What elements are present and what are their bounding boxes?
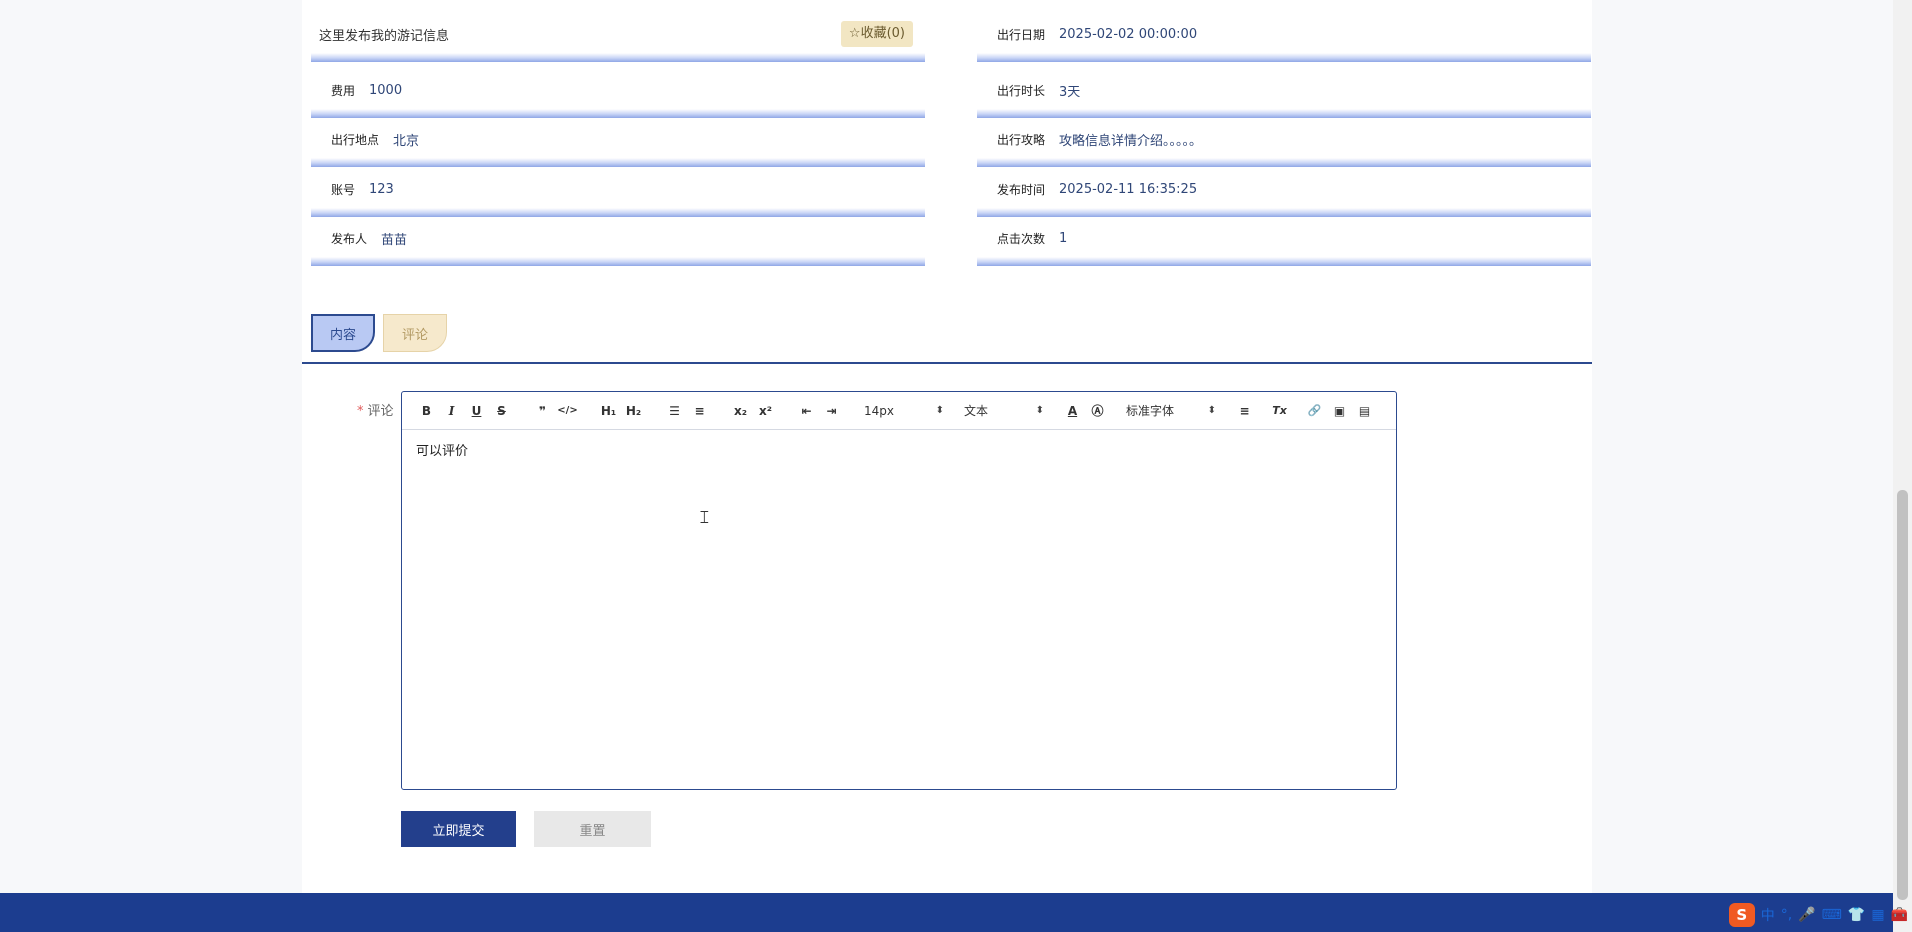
duration-label: 出行时长 [997,83,1046,98]
detail-row-publish-time: 发布时间 2025-02-11 16:35:25 [977,169,1591,217]
detail-row-location: 出行地点 北京 [311,119,925,167]
detail-row-clicks: 点击次数 1 [977,218,1591,266]
strike-button[interactable]: S [489,401,514,421]
detail-row-publisher: 发布人 苗苗 [311,218,925,266]
submit-button[interactable]: 立即提交 [401,811,516,847]
footer-bar [0,893,1912,932]
video-icon[interactable]: ▤ [1352,401,1377,421]
publisher-value: 苗苗 [381,232,408,248]
indent-icon[interactable]: ⇥ [819,401,844,421]
detail-row-travel-date: 出行日期 2025-02-02 00:00:00 [977,14,1591,62]
select-arrows-icon: ⬍ [935,405,944,416]
clicks-value: 1 [1059,230,1068,246]
code-block-icon[interactable]: </> [555,401,580,421]
ordered-list-icon[interactable]: ☰ [662,401,687,421]
tab-content[interactable]: 内容 [311,314,375,352]
shirt-icon[interactable]: 👕 [1848,907,1865,923]
grid-icon[interactable]: ▦ [1871,907,1884,923]
microphone-icon[interactable]: 🎤 [1798,907,1815,923]
h2-button[interactable]: H₂ [621,401,646,421]
underline-button[interactable]: U [464,401,489,421]
vertical-scrollbar[interactable] [1893,0,1912,932]
detail-page: 这里发布我的游记信息 ☆收藏(0) 费用 1000 出行地点 北京 账号 123… [302,0,1592,893]
bullet-list-icon[interactable]: ≡ [687,401,712,421]
detail-title-row: 这里发布我的游记信息 ☆收藏(0) [311,14,925,62]
image-icon[interactable]: ▣ [1327,401,1352,421]
required-mark: * [357,404,364,419]
favorite-button[interactable]: ☆收藏(0) [840,21,913,47]
punctuation-mode[interactable]: °, [1781,907,1792,923]
publish-time-label: 发布时间 [997,182,1046,197]
ime-logo-icon[interactable]: S [1728,903,1755,927]
publish-time-value: 2025-02-11 16:35:25 [1059,181,1198,197]
blockquote-icon[interactable]: ❞ [530,401,555,421]
header-select-value: 文本 [964,404,989,418]
font-size-select[interactable]: 14px ⬍ [860,401,948,421]
superscript-button[interactable]: x² [753,401,778,421]
keyboard-icon[interactable]: ⌨ [1822,907,1842,923]
clear-format-icon[interactable]: Tx [1267,401,1292,421]
account-value: 123 [369,181,394,197]
duration-value: 3天 [1059,84,1081,100]
comment-field-label: * 评论 [357,400,394,419]
link-icon[interactable]: 🔗 [1302,401,1327,421]
reset-button[interactable]: 重置 [534,811,651,847]
select-arrows-icon: ⬍ [1207,405,1216,416]
scrollbar-thumb[interactable] [1897,490,1908,900]
location-value: 北京 [393,133,420,149]
tabs-divider [302,362,1592,364]
travel-date-value: 2025-02-02 00:00:00 [1059,26,1198,42]
clicks-label: 点击次数 [997,231,1046,246]
font-family-select[interactable]: 标准字体 ⬍ [1122,401,1220,421]
tab-comments[interactable]: 评论 [383,314,447,352]
publisher-label: 发布人 [331,231,368,246]
toolbox-icon[interactable]: 🧰 [1891,907,1908,923]
align-icon[interactable]: ≡ [1232,401,1257,421]
bold-button[interactable]: B [414,401,439,421]
content-tabs: 内容 评论 [311,314,447,354]
text-color-icon[interactable]: A [1060,401,1085,421]
font-family-value: 标准字体 [1126,404,1175,418]
rich-text-editor: B I U S ❞ </> H₁ H₂ ☰ ≡ x₂ x² ⇤ ⇥ 14px ⬍ [401,391,1397,790]
outdent-icon[interactable]: ⇤ [794,401,819,421]
editor-text: 可以评价 [416,444,469,459]
header-select[interactable]: 文本 ⬍ [960,401,1048,421]
detail-row-account: 账号 123 [311,169,925,217]
h1-button[interactable]: H₁ [596,401,621,421]
background-color-icon[interactable]: Ⓐ [1085,401,1110,421]
detail-row-guide: 出行攻略 攻略信息详情介绍。。。。。 [977,119,1591,167]
detail-row-cost: 费用 1000 [311,70,925,118]
guide-value: 攻略信息详情介绍。。。。。 [1059,133,1203,149]
font-size-value: 14px [864,403,894,418]
account-label: 账号 [331,182,356,197]
ime-tray: S 中 °, 🎤 ⌨ 👕 ▦ 🧰 [1728,902,1908,928]
cost-value: 1000 [369,82,403,98]
guide-label: 出行攻略 [997,132,1046,147]
editor-toolbar: B I U S ❞ </> H₁ H₂ ☰ ≡ x₂ x² ⇤ ⇥ 14px ⬍ [402,392,1396,430]
subscript-button[interactable]: x₂ [728,401,753,421]
comment-label-text: 评论 [367,404,394,419]
cost-label: 费用 [331,83,356,98]
location-label: 出行地点 [331,132,380,147]
select-arrows-icon: ⬍ [1035,405,1044,416]
travel-date-label: 出行日期 [997,27,1046,42]
detail-title: 这里发布我的游记信息 [319,28,450,44]
text-cursor-icon: 𝙸 [698,507,711,528]
italic-button[interactable]: I [439,401,464,421]
editor-content-area[interactable]: 可以评价 [402,430,1396,770]
detail-row-duration: 出行时长 3天 [977,70,1591,118]
ime-mode[interactable]: 中 [1761,905,1775,925]
